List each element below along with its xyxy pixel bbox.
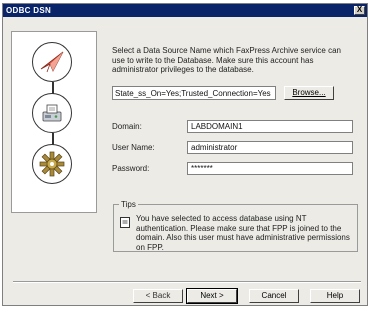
cancel-label: Cancel	[261, 291, 287, 300]
domain-input[interactable]: LABDOMAIN1	[187, 120, 353, 133]
back-label: < Back	[145, 291, 171, 300]
instructions-text: Select a Data Source Name which FaxPress…	[112, 46, 341, 74]
window-title: ODBC DSN	[6, 6, 52, 15]
gear-icon	[39, 151, 65, 177]
tip-note-icon	[120, 217, 130, 228]
browse-button[interactable]: Browse...	[284, 86, 334, 100]
odbc-dsn-dialog: ODBC DSN X Select a Data Source Name whi…	[2, 3, 368, 306]
help-label: Help	[326, 291, 344, 300]
connection-string-field[interactable]: State_ss_On=Yes;Trusted_Connection=Yes	[112, 86, 276, 100]
paper-plane-icon	[39, 49, 65, 75]
user-name-input[interactable]: administrator	[187, 141, 353, 154]
tips-text: You have selected to access database usi…	[136, 214, 350, 252]
browse-label: Browse...	[292, 88, 326, 97]
password-input[interactable]: *******	[187, 162, 353, 175]
step-circle-gear	[32, 144, 72, 184]
footer-separator	[13, 281, 361, 283]
wizard-side-panel	[11, 31, 97, 213]
tips-legend: Tips	[119, 200, 138, 209]
next-label: Next >	[200, 291, 224, 300]
step-circle-send	[32, 42, 72, 82]
cancel-button[interactable]: Cancel	[249, 289, 299, 303]
password-label: Password:	[112, 164, 150, 173]
title-bar: ODBC DSN X	[3, 4, 367, 17]
fax-machine-icon	[39, 100, 65, 126]
tips-groupbox: Tips You have selected to access databas…	[113, 200, 358, 252]
close-button[interactable]: X	[354, 6, 365, 15]
domain-label: Domain:	[112, 122, 142, 131]
back-button[interactable]: < Back	[133, 289, 183, 303]
help-button[interactable]: Help	[310, 289, 360, 303]
step-circle-fax	[32, 93, 72, 133]
next-button[interactable]: Next >	[186, 288, 238, 304]
user-name-label: User Name:	[112, 143, 155, 152]
